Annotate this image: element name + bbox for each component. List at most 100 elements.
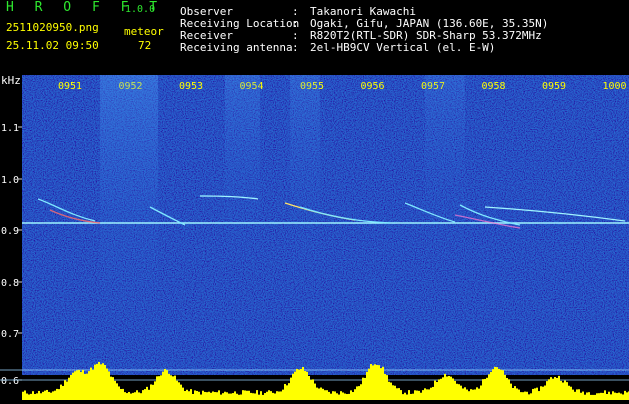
level-bar-segment — [450, 376, 452, 400]
level-bar-segment — [284, 383, 286, 400]
level-bar-segment — [150, 384, 152, 400]
level-bar-segment — [310, 379, 312, 400]
level-bar-segment — [332, 391, 334, 400]
level-bar-segment — [270, 391, 272, 400]
level-bar-segment — [246, 390, 248, 400]
level-bar-segment — [98, 361, 100, 400]
level-bar-segment — [118, 386, 120, 400]
level-bar-segment — [392, 385, 394, 400]
level-bar-segment — [532, 388, 534, 400]
level-bar-segment — [336, 393, 338, 400]
level-bar-segment — [200, 394, 202, 400]
level-bar-segment — [626, 392, 628, 400]
level-bar-segment — [264, 393, 266, 400]
level-bar-segment — [320, 387, 322, 400]
level-bar-segment — [314, 383, 316, 400]
level-bar-segment — [24, 390, 26, 400]
level-bar-segment — [280, 391, 282, 400]
level-bar-segment — [222, 393, 224, 400]
level-bar-segment — [394, 385, 396, 400]
level-bar-segment — [134, 392, 136, 400]
level-bar-segment — [168, 373, 170, 400]
antenna-sep: : — [292, 41, 299, 54]
level-bar-segment — [140, 393, 142, 400]
level-bar-segment — [434, 380, 436, 400]
level-bar-segment — [188, 391, 190, 400]
level-bar-segment — [616, 393, 618, 400]
level-bar-segment — [496, 367, 498, 400]
level-bar-segment — [124, 392, 126, 400]
level-bar-segment — [506, 377, 508, 400]
level-bar-segment — [510, 383, 512, 400]
level-bar-segment — [500, 369, 502, 400]
level-bar-segment — [216, 392, 218, 400]
level-bar-segment — [32, 391, 34, 400]
level-bar-segment — [72, 372, 74, 400]
level-bar-segment — [486, 377, 488, 400]
level-bar-segment — [290, 377, 292, 400]
level-bar-segment — [426, 389, 428, 400]
level-bar-segment — [620, 393, 622, 400]
level-bar-segment — [240, 394, 242, 400]
level-bar-segment — [324, 390, 326, 400]
level-bar-segment — [110, 376, 112, 400]
level-bar-segment — [430, 387, 432, 400]
level-bar-segment — [70, 374, 72, 400]
level-bar-segment — [266, 391, 268, 400]
time-tick-label: 0951 — [58, 81, 82, 92]
level-bar-segment — [302, 366, 304, 400]
level-bar-segment — [382, 366, 384, 400]
level-bar-segment — [242, 390, 244, 400]
level-bar-segment — [212, 391, 214, 400]
y-tick-label: 0.7 — [1, 329, 19, 340]
level-bar-segment — [456, 383, 458, 400]
level-bar-segment — [420, 392, 422, 400]
level-bar-segment — [68, 377, 70, 400]
level-bar-segment — [550, 377, 552, 400]
level-bar-segment — [204, 391, 206, 400]
level-bar-segment — [316, 387, 318, 400]
level-bar-segment — [22, 391, 24, 400]
level-bar-segment — [28, 394, 30, 400]
level-bar-segment — [558, 375, 560, 400]
level-bar-segment — [116, 383, 118, 400]
level-bar-segment — [230, 393, 232, 400]
level-bar-segment — [560, 380, 562, 400]
level-bar-segment — [494, 366, 496, 400]
level-bar-segment — [60, 384, 62, 400]
level-bar-segment — [408, 390, 410, 400]
level-bar-segment — [516, 388, 518, 400]
level-bar-segment — [508, 379, 510, 400]
app-version: 1.0.0 — [125, 4, 156, 15]
level-bar-segment — [378, 365, 380, 400]
time-tick-label: 1000 — [603, 81, 627, 92]
level-bar-segment — [518, 389, 520, 400]
level-bar-segment — [202, 390, 204, 400]
level-bar-segment — [258, 394, 260, 400]
level-bar-segment — [566, 382, 568, 400]
level-bar-segment — [64, 380, 66, 400]
level-bar-segment — [232, 393, 234, 400]
level-bar-segment — [464, 387, 466, 400]
level-bar-segment — [562, 382, 564, 400]
level-bar-segment — [260, 391, 262, 400]
level-bar-segment — [412, 393, 414, 400]
level-bar-segment — [440, 378, 442, 400]
level-bar-segment — [604, 390, 606, 400]
level-bar-segment — [122, 388, 124, 400]
level-bar-segment — [148, 389, 150, 400]
y-tick-label: 1.1 — [1, 123, 19, 134]
level-bar-segment — [306, 371, 308, 400]
level-bar-segment — [580, 392, 582, 400]
level-bar-segment — [546, 381, 548, 400]
level-bar-segment — [112, 377, 114, 400]
level-bar-segment — [348, 393, 350, 400]
level-bar-segment — [92, 369, 94, 400]
level-bar-segment — [584, 394, 586, 400]
level-bar-segment — [100, 364, 102, 400]
level-bar-segment — [466, 389, 468, 400]
level-bar-segment — [82, 369, 84, 400]
file-name: 2511020950.png — [6, 21, 99, 34]
level-bar-segment — [424, 388, 426, 400]
level-bar-segment — [598, 393, 600, 400]
